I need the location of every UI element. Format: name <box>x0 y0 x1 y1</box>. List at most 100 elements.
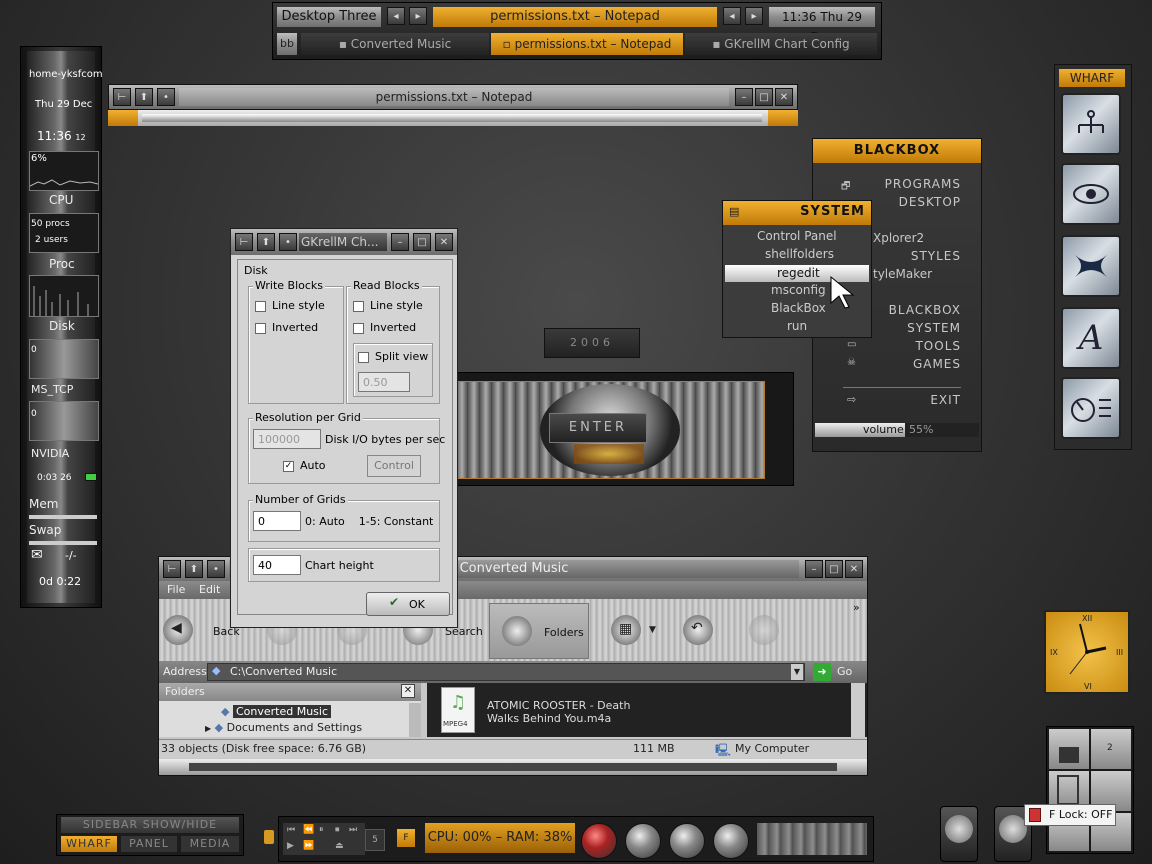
volume-slider[interactable]: volume 55% <box>815 423 979 437</box>
workspace-number[interactable]: 5 <box>365 829 385 851</box>
close-button[interactable]: ✕ <box>435 233 453 251</box>
close-icon[interactable]: ✕ <box>401 684 415 698</box>
x-logo-icon[interactable] <box>1061 235 1121 297</box>
menu-item-stylemaker[interactable]: tyleMaker <box>873 267 932 281</box>
read-line-style-checkbox[interactable]: Line style <box>353 299 423 312</box>
undo-button[interactable]: ↶ <box>683 615 713 645</box>
submenu-item-blackbox[interactable]: BlackBox <box>771 301 826 315</box>
stop-icon[interactable]: ⏹ <box>335 825 340 835</box>
tab-panel[interactable]: PANEL <box>121 836 177 852</box>
task-converted-music[interactable]: ▪ Converted Music <box>301 33 489 55</box>
submenu-item-control-panel[interactable]: Control Panel <box>757 229 837 243</box>
tree-scrollbar[interactable] <box>409 703 421 737</box>
submenu-item-shellfolders[interactable]: shellfolders <box>765 247 834 261</box>
menu-item-styles[interactable]: STYLES <box>911 249 961 263</box>
chart-height-spinner[interactable]: 40 <box>253 555 301 575</box>
menu-item-exit[interactable]: EXIT <box>930 393 961 407</box>
mpeg4-file-icon[interactable]: ♫ MPEG4 <box>441 687 475 733</box>
resolution-spinner[interactable]: 100000 <box>253 429 321 449</box>
sync-button[interactable] <box>749 615 779 645</box>
notepad-titlebar[interactable]: ⊢ ⬆ • permissions.txt – Notepad – □ ✕ <box>108 84 798 110</box>
submenu-item-msconfig[interactable]: msconfig <box>771 283 826 297</box>
stick-button[interactable]: • <box>279 233 297 251</box>
fast-forward-icon[interactable]: ⏩ <box>303 841 314 851</box>
control-button[interactable]: Control <box>367 455 421 477</box>
sys-menu-button[interactable]: ⊢ <box>163 560 181 578</box>
taskbar-toggle-button[interactable]: bb <box>277 33 297 55</box>
workspace-label[interactable]: Desktop Three <box>277 7 381 27</box>
next-window-button[interactable]: ▸ <box>745 7 763 25</box>
prev-track-icon[interactable]: ⏮ <box>287 825 295 835</box>
close-button[interactable]: ✕ <box>845 560 863 578</box>
disc-icon[interactable] <box>669 823 705 859</box>
stick-button[interactable]: • <box>157 88 175 106</box>
lock-icon[interactable] <box>264 830 274 844</box>
f-key-icon[interactable]: F <box>397 829 415 847</box>
back-button[interactable]: ◀ <box>163 615 193 645</box>
menu-item-desktop[interactable]: DESKTOP <box>899 195 961 209</box>
file-scrollbar[interactable] <box>851 683 865 737</box>
tab-wharf[interactable]: WHARF <box>61 836 117 852</box>
menu-item-system[interactable]: SYSTEM <box>907 321 961 335</box>
minimize-button[interactable]: – <box>391 233 409 251</box>
eye-icon[interactable] <box>1061 163 1121 225</box>
record-icon[interactable] <box>581 823 617 859</box>
network-icon[interactable] <box>1061 93 1121 155</box>
views-button[interactable]: ▦ <box>611 615 641 645</box>
folders-button[interactable]: Folders <box>489 603 589 659</box>
globe-icon[interactable] <box>713 823 749 859</box>
tab-media[interactable]: MEDIA <box>181 836 239 852</box>
maximize-button[interactable]: □ <box>825 560 843 578</box>
play-icon[interactable]: ▶ <box>287 841 294 851</box>
rewind-icon[interactable]: ⏪ <box>303 825 314 835</box>
grids-spinner[interactable]: 0 <box>253 511 301 531</box>
envelope-icon[interactable]: ✉ <box>31 547 43 563</box>
prev-window-button[interactable]: ◂ <box>723 7 741 25</box>
task-gkrellm-config[interactable]: ▪ GKrellM Chart Config <box>685 33 877 55</box>
minimize-button[interactable]: – <box>735 88 753 106</box>
enter-button[interactable]: ENTER <box>549 413 647 443</box>
split-value-spinner[interactable]: 0.50 <box>358 372 410 392</box>
sys-menu-button[interactable]: ⊢ <box>235 233 253 251</box>
tree-item-converted-music[interactable]: ◆ Converted Music <box>221 705 393 721</box>
ok-button[interactable]: ✔ OK <box>366 592 450 616</box>
expand-icon[interactable]: ▶ <box>205 724 211 733</box>
pin-button[interactable]: ⬆ <box>135 88 153 106</box>
menu-item-games[interactable]: GAMES <box>913 357 961 371</box>
menu-item-blackbox[interactable]: BLACKBOX <box>889 303 961 317</box>
maximize-button[interactable]: □ <box>755 88 773 106</box>
knob-settings-icon[interactable] <box>1061 377 1121 439</box>
file-name[interactable]: ATOMIC ROOSTER - Death Walks Behind You.… <box>487 699 657 725</box>
tree-item-documents[interactable]: ▶ ◆ Documents and Settings <box>205 721 405 737</box>
menu-file[interactable]: File <box>167 583 185 596</box>
address-dropdown-icon[interactable]: ▼ <box>791 664 803 680</box>
address-input[interactable]: ◆ C:\Converted Music <box>207 663 805 681</box>
pager-cell-1[interactable] <box>1049 729 1089 769</box>
speaker-icon[interactable] <box>625 823 661 859</box>
sidebar-toggle-button[interactable]: SIDEBAR SHOW/HIDE <box>61 817 239 833</box>
next-track-icon[interactable]: ⏭ <box>349 825 357 835</box>
menu-item-programs[interactable]: PROGRAMS <box>885 177 961 191</box>
write-inverted-checkbox[interactable]: Inverted <box>255 321 318 334</box>
maximize-button[interactable]: □ <box>413 233 431 251</box>
pause-icon[interactable]: ⏸ <box>319 825 324 835</box>
task-notepad[interactable]: ▫ permissions.txt – Notepad <box>491 33 683 55</box>
go-button[interactable]: ➜ Go <box>813 663 863 681</box>
toolbar-overflow-icon[interactable]: » <box>853 601 860 614</box>
read-inverted-checkbox[interactable]: Inverted <box>353 321 416 334</box>
next-workspace-button[interactable]: ▸ <box>409 7 427 25</box>
prev-workspace-button[interactable]: ◂ <box>387 7 405 25</box>
auto-checkbox[interactable]: ✓ Auto <box>283 459 326 472</box>
pin-button[interactable]: ⬆ <box>185 560 203 578</box>
views-dropdown-icon[interactable]: ▼ <box>649 625 656 635</box>
font-icon[interactable]: A <box>1061 307 1121 369</box>
sys-menu-button[interactable]: ⊢ <box>113 88 131 106</box>
close-button[interactable]: ✕ <box>775 88 793 106</box>
recycle-bin-icon[interactable] <box>940 806 978 862</box>
pin-button[interactable]: ⬆ <box>257 233 275 251</box>
menu-item-xplorer2[interactable]: Xplorer2 <box>873 231 924 245</box>
split-view-checkbox[interactable]: Split view <box>358 350 428 363</box>
stick-button[interactable]: • <box>207 560 225 578</box>
eject-icon[interactable]: ⏏ <box>335 841 344 851</box>
menu-edit[interactable]: Edit <box>199 583 220 596</box>
